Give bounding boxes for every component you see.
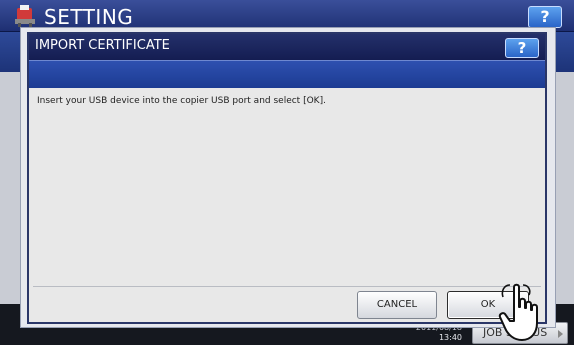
chevron-right-icon	[558, 330, 563, 338]
time-display: 13:40	[438, 333, 462, 342]
dialog-title-bar: IMPORT CERTIFICATE ?	[29, 34, 545, 60]
hand-pointer-icon	[498, 283, 538, 341]
app-help-button[interactable]: ?	[528, 6, 562, 28]
import-certificate-dialog: IMPORT CERTIFICATE ? Insert your USB dev…	[20, 27, 556, 328]
app-title: SETTING	[44, 5, 134, 29]
screen: SETTING ? 2011/08/18 13:40 JOB STATUS IM…	[0, 0, 574, 345]
dialog-footer: CANCEL OK	[29, 287, 545, 322]
dialog-message: Insert your USB device into the copier U…	[37, 96, 326, 106]
dialog-content: Insert your USB device into the copier U…	[29, 88, 545, 284]
setting-logo-icon	[15, 5, 35, 27]
dialog-frame: IMPORT CERTIFICATE ? Insert your USB dev…	[27, 32, 547, 324]
cancel-button[interactable]: CANCEL	[357, 291, 437, 319]
dialog-title: IMPORT CERTIFICATE	[35, 38, 170, 53]
dialog-band	[29, 60, 545, 88]
dialog-help-button[interactable]: ?	[505, 38, 539, 58]
